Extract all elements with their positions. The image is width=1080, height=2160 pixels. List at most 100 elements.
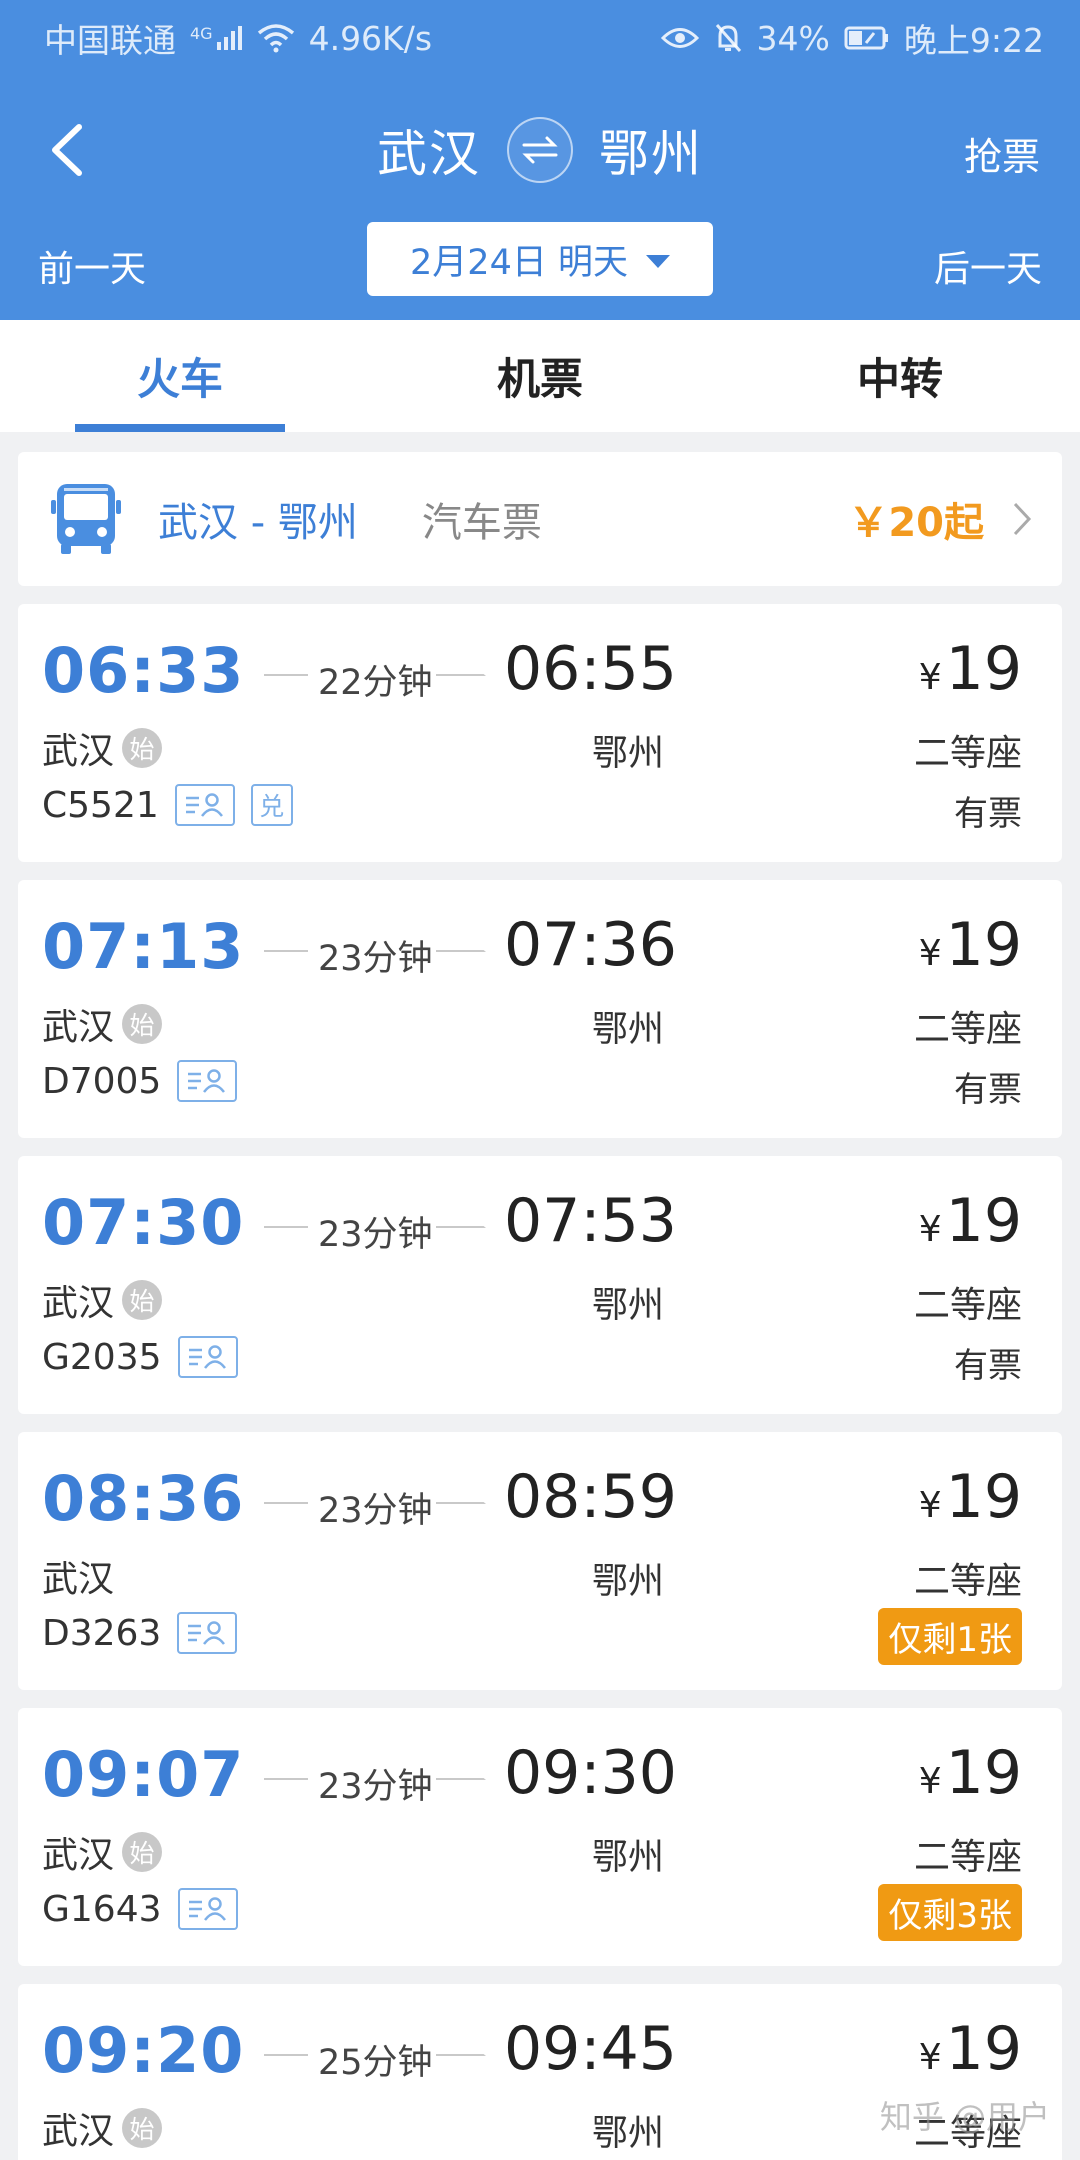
bus-icon — [46, 479, 126, 559]
date-picker[interactable]: 2月24日 明天 — [367, 222, 713, 296]
duration-indicator: 23分钟 — [246, 1478, 492, 1531]
tab-train[interactable]: 火车 — [0, 320, 360, 432]
availability-status: 有票 — [954, 794, 1022, 834]
train-card[interactable]: 09:07 23分钟 09:30 ¥19 武汉始 鄂州 二等座 G1643 仅剩3张 — [18, 1708, 1062, 1966]
bell-mute-icon — [713, 22, 743, 54]
departure-station: 武汉始 — [42, 1274, 163, 1326]
train-card[interactable]: 07:30 23分钟 07:53 ¥19 武汉始 鄂州 二等座 G2035 有票 — [18, 1156, 1062, 1414]
train-number-row: G1643 — [42, 1888, 238, 1930]
price-value: 19 — [945, 910, 1022, 980]
train-card[interactable]: 06:33 22分钟 06:55 ¥19 武汉始 鄂州 二等座 C5521 兑 有票 — [18, 604, 1062, 862]
status-bar: 中国联通 4G 4.96K/s 34% 晚上9:22 — [0, 0, 1080, 76]
clock: 晚上9:22 — [903, 21, 1044, 60]
duration: 25分钟 — [318, 2043, 433, 2083]
e-ticket-icon — [177, 1612, 238, 1654]
duration-indicator: 22分钟 — [246, 650, 492, 703]
train-card[interactable]: 08:36 23分钟 08:59 ¥19 武汉 鄂州 二等座 D3263 仅剩1张 — [18, 1432, 1062, 1690]
duration-indicator: 25分钟 — [246, 2030, 492, 2083]
duration-line-left — [264, 674, 308, 676]
next-day-button[interactable]: 后一天 — [934, 240, 1042, 292]
availability-status: 仅剩3张 — [878, 1884, 1022, 1941]
price-value: 19 — [945, 2014, 1022, 2084]
grab-ticket-button[interactable]: 抢票 — [964, 126, 1040, 181]
duration-indicator: 23分钟 — [246, 1202, 492, 1255]
departure-time: 09:20 — [42, 2014, 245, 2087]
departure-station: 武汉始 — [42, 722, 163, 774]
arrival-station: 鄂州 — [592, 1561, 665, 1602]
date-row: 前一天 2月24日 明天 后一天 — [0, 220, 1080, 298]
carrier-label: 中国联通 — [44, 21, 176, 60]
status-left: 中国联通 4G 4.96K/s — [44, 14, 432, 62]
arrival-station: 鄂州 — [592, 733, 665, 774]
wifi-icon — [257, 23, 295, 53]
arrival-time: 07:53 — [504, 1186, 677, 1256]
departure-station-label: 武汉 — [42, 1007, 115, 1048]
e-ticket-icon — [177, 1060, 238, 1102]
currency-symbol: ¥ — [918, 1209, 942, 1250]
e-ticket-icon — [177, 1336, 238, 1378]
duration-line-left — [264, 1502, 308, 1504]
seat-class: 二等座 — [913, 1009, 1022, 1050]
seat-class: 二等座 — [913, 1285, 1022, 1326]
duration-indicator: 23分钟 — [246, 1754, 492, 1807]
train-number-row: D7005 — [42, 1060, 238, 1102]
arrival-time: 09:45 — [504, 2014, 677, 2084]
bus-ticket-banner[interactable]: 武汉 - 鄂州 汽车票 ￥20起 — [18, 452, 1062, 586]
departure-station-label: 武汉 — [42, 731, 115, 772]
origin-badge: 始 — [122, 1004, 163, 1044]
duration-line-left — [264, 950, 308, 952]
eye-icon — [660, 25, 699, 51]
price-value: 19 — [945, 1738, 1022, 1808]
departure-time: 07:13 — [42, 910, 245, 983]
duration: 23分钟 — [318, 1215, 433, 1255]
e-ticket-icon — [174, 784, 235, 826]
seat-class: 二等座 — [913, 1837, 1022, 1878]
currency-symbol: ¥ — [918, 1485, 942, 1526]
chevron-right-icon — [1012, 501, 1032, 537]
swap-button[interactable] — [507, 117, 573, 183]
ticket-price: ¥19 — [919, 2014, 1022, 2084]
duration-line-left — [264, 2054, 308, 2056]
bus-price: ￥20起 — [848, 500, 984, 546]
departure-station: 武汉始 — [42, 2102, 163, 2154]
from-city[interactable]: 武汉 — [377, 114, 481, 186]
train-number-row: C5521 兑 — [42, 784, 293, 826]
ticket-price: ¥19 — [919, 910, 1022, 980]
tab-flight[interactable]: 机票 — [360, 320, 720, 432]
availability-status: 有票 — [954, 1070, 1022, 1110]
train-number-row: G2035 — [42, 1336, 238, 1378]
route-row: 武汉 鄂州 抢票 — [0, 100, 1080, 200]
departure-time: 08:36 — [42, 1462, 245, 1535]
battery-icon — [844, 25, 890, 51]
departure-time: 06:33 — [42, 634, 245, 707]
departure-station: 武汉始 — [42, 1826, 163, 1878]
train-number-row: D3263 — [42, 1612, 238, 1654]
price-value: 19 — [945, 1186, 1022, 1256]
currency-symbol: ¥ — [918, 2037, 942, 2078]
arrival-time: 09:30 — [504, 1738, 677, 1808]
caret-down-icon — [645, 254, 670, 268]
arrival-time: 08:59 — [504, 1462, 677, 1532]
duration-indicator: 23分钟 — [246, 926, 492, 979]
bus-route: 武汉 - 鄂州 — [158, 500, 358, 546]
departure-station: 武汉始 — [42, 998, 163, 1050]
duration: 23分钟 — [318, 1767, 433, 1807]
departure-station-label: 武汉 — [42, 1283, 115, 1324]
origin-badge: 始 — [122, 2108, 163, 2148]
duration: 23分钟 — [318, 939, 433, 979]
origin-badge: 始 — [122, 1832, 163, 1872]
route-center: 武汉 鄂州 — [0, 100, 1080, 200]
arrival-time: 06:55 — [504, 634, 677, 704]
train-card[interactable]: 07:13 23分钟 07:36 ¥19 武汉始 鄂州 二等座 D7005 有票 — [18, 880, 1062, 1138]
to-city[interactable]: 鄂州 — [599, 114, 703, 186]
train-number: D3263 — [42, 1612, 162, 1654]
transport-tabs: 火车 机票 中转 — [0, 320, 1080, 432]
duration: 22分钟 — [318, 663, 433, 703]
currency-symbol: ¥ — [918, 933, 942, 974]
network-type: 4G — [190, 24, 213, 43]
arrival-time: 07:36 — [504, 910, 677, 980]
train-number: C5521 — [42, 784, 159, 826]
tab-transfer[interactable]: 中转 — [720, 320, 1080, 432]
prev-day-button[interactable]: 前一天 — [38, 240, 146, 292]
price-value: 19 — [945, 1462, 1022, 1532]
